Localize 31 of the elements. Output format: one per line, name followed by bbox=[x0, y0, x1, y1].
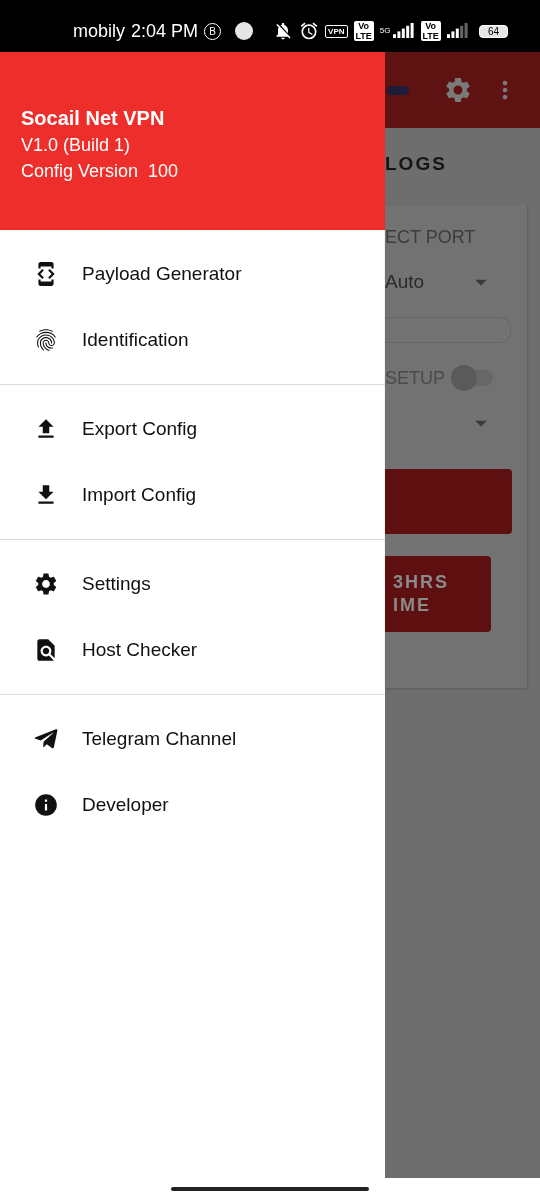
volte-badge: Vo LTE bbox=[420, 21, 441, 41]
drawer-item[interactable]: Host Checker bbox=[0, 617, 385, 683]
notification-dot-icon bbox=[235, 22, 254, 40]
logs-tab[interactable]: LOGS bbox=[385, 128, 540, 200]
setup-toggle[interactable] bbox=[451, 365, 493, 391]
add-time-button[interactable]: 3HRS IME bbox=[385, 556, 491, 632]
app-version: V1.0 (Build 1) bbox=[21, 135, 132, 156]
settings-icon[interactable] bbox=[443, 75, 473, 105]
signal-icon bbox=[446, 23, 469, 39]
carrier-name: mobily bbox=[73, 20, 125, 42]
drawer-item[interactable]: Identification bbox=[0, 307, 385, 373]
drawer-item[interactable]: Developer bbox=[0, 772, 385, 838]
drawer-item[interactable]: Import Config bbox=[0, 462, 385, 528]
premium-badge-icon bbox=[387, 85, 409, 95]
clock: 2:04 PM bbox=[131, 20, 199, 42]
volte-badge: Vo LTE bbox=[353, 21, 374, 41]
alarm-icon bbox=[299, 21, 320, 41]
drawer-item[interactable]: Export Config bbox=[0, 396, 385, 462]
config-version: Config Version 100 bbox=[21, 161, 180, 182]
vpn-badge: VPN bbox=[325, 24, 348, 38]
battery-indicator: 64 bbox=[478, 24, 508, 38]
network-type: 5G bbox=[379, 26, 391, 35]
signal-icon bbox=[392, 23, 415, 39]
app-title: Socail Net VPN bbox=[21, 107, 166, 130]
drawer-item[interactable]: Telegram Channel bbox=[0, 706, 385, 772]
drawer-item[interactable]: Payload Generator bbox=[0, 241, 385, 307]
settings-icon bbox=[33, 571, 59, 597]
info-icon bbox=[33, 792, 59, 818]
drawer-item[interactable]: Settings bbox=[0, 551, 385, 617]
input-field[interactable] bbox=[385, 317, 511, 343]
fingerprint-icon bbox=[33, 327, 59, 353]
